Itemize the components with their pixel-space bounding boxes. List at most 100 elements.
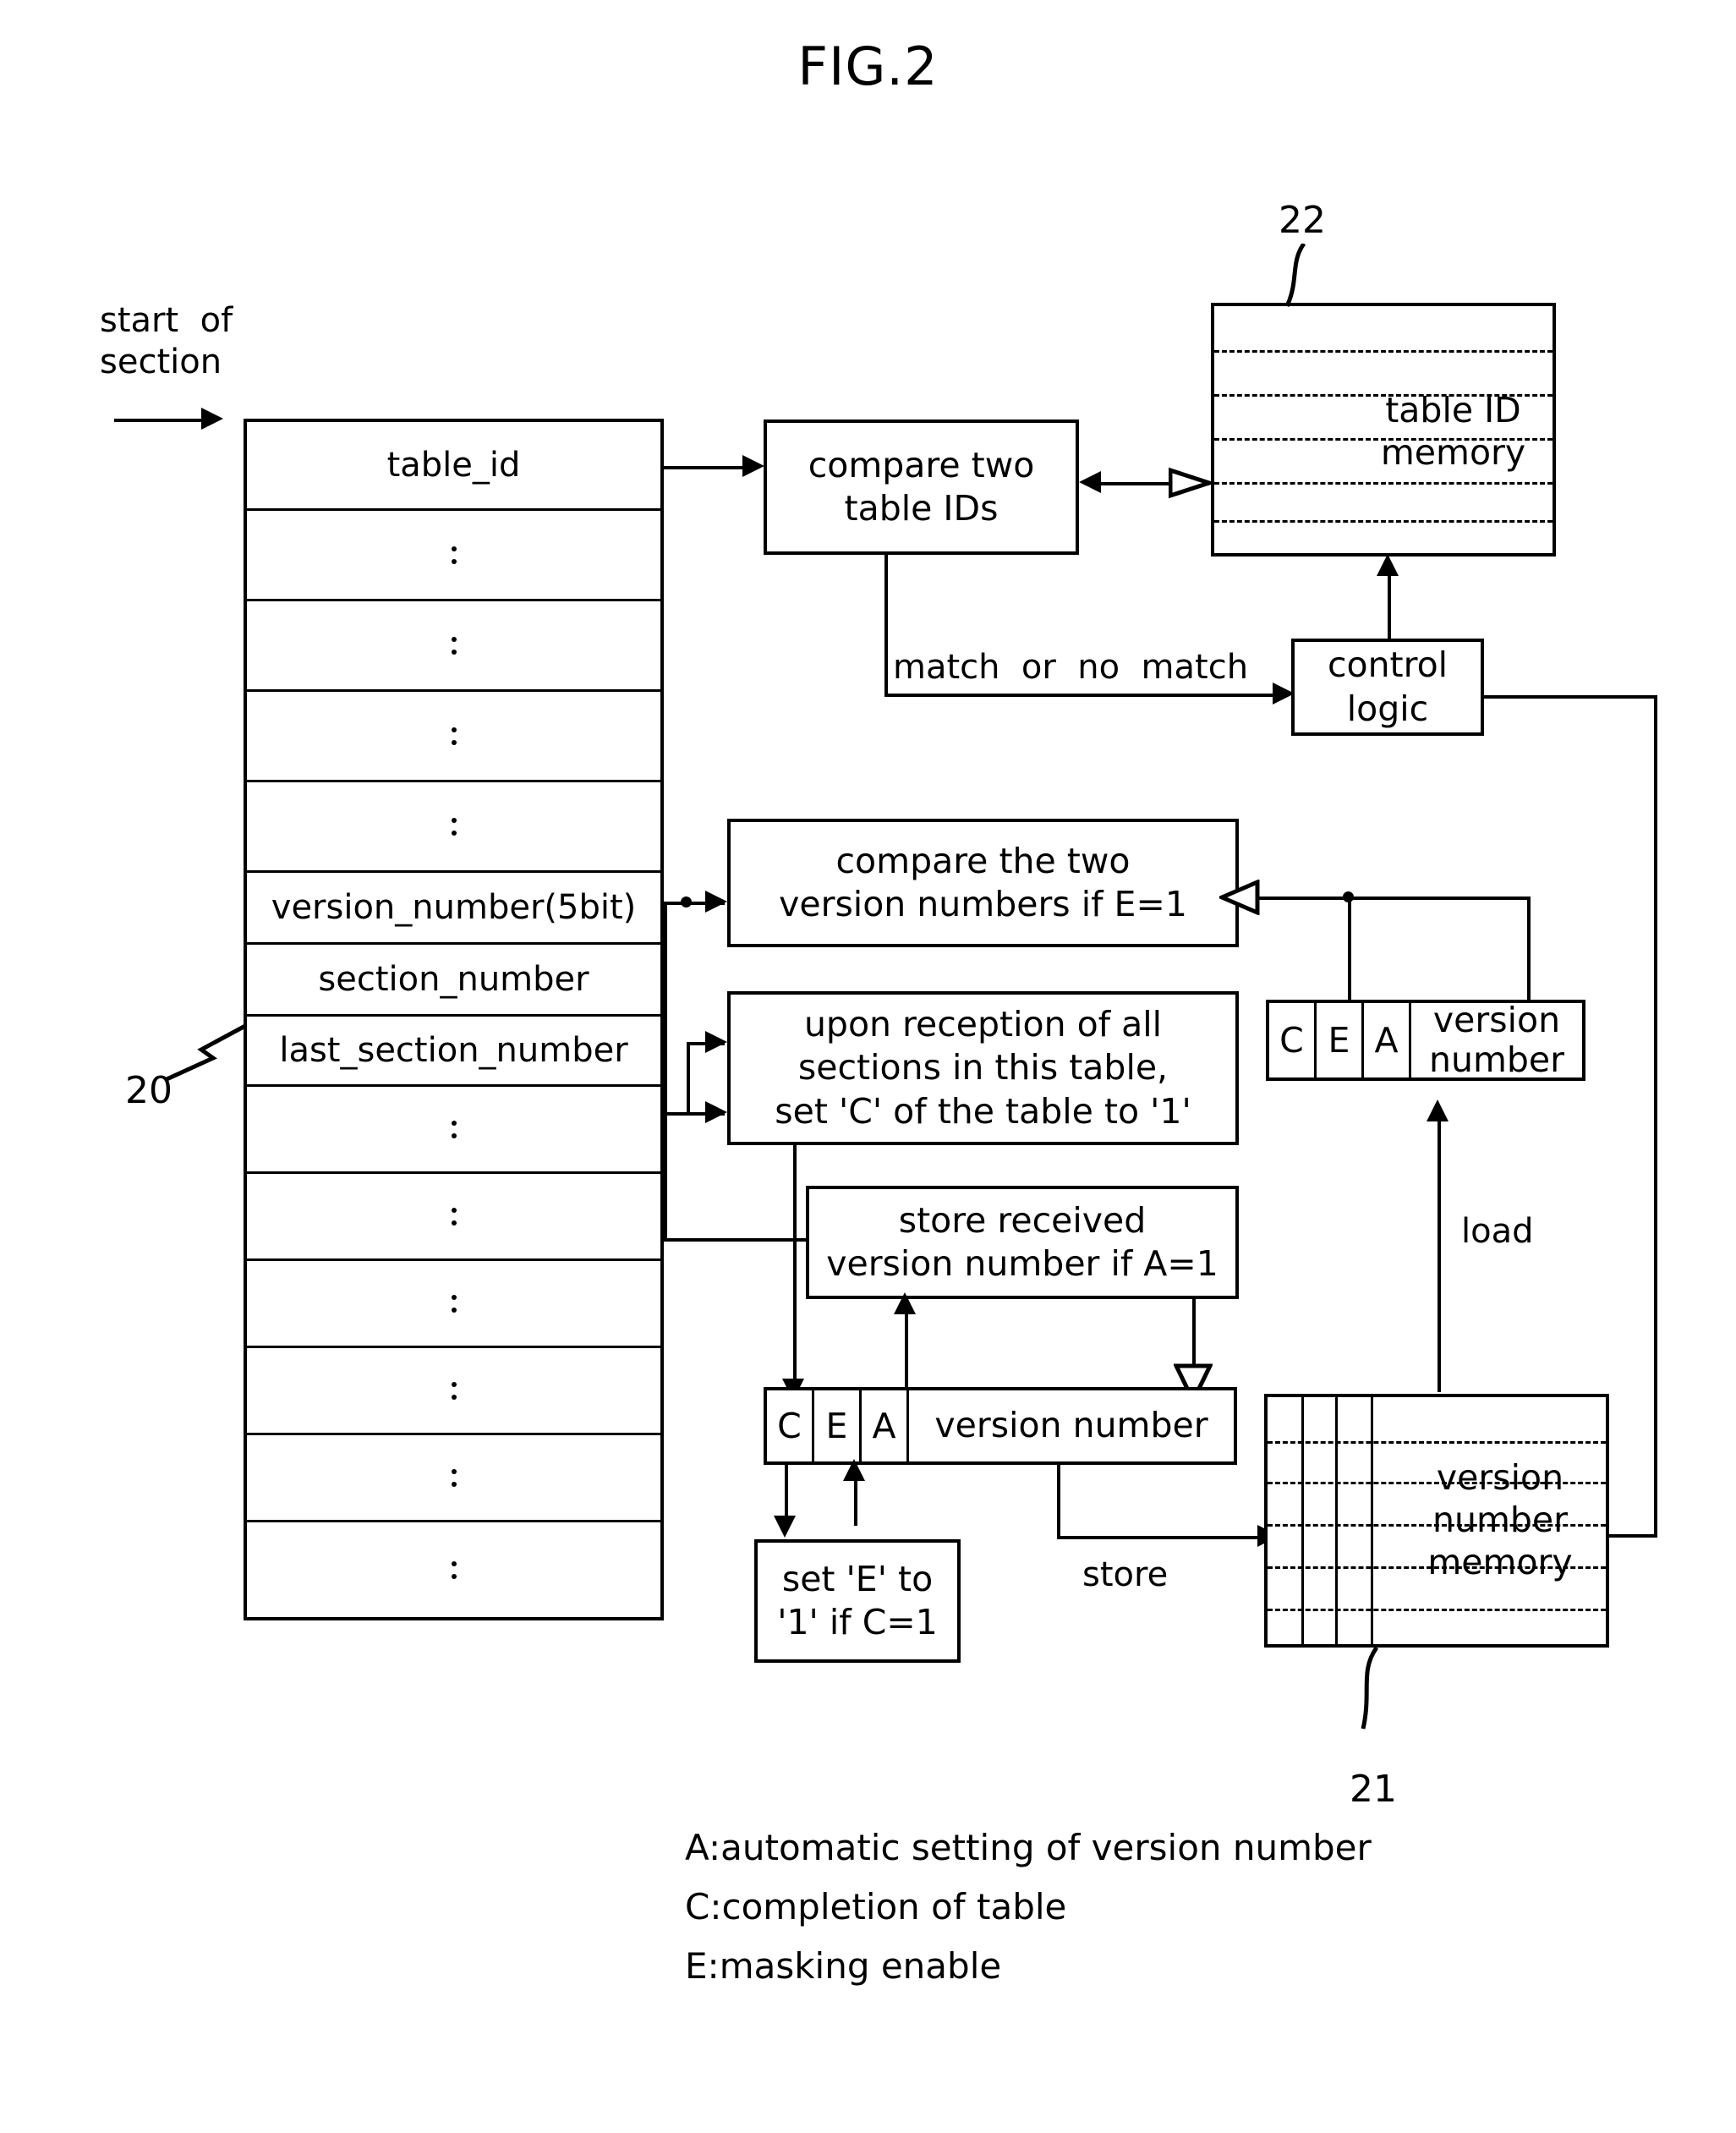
memory-col-divider-c <box>1301 1397 1304 1644</box>
table-id-memory-block: table ID memory <box>1211 303 1556 557</box>
arrow-head-left-hollow <box>1219 880 1260 915</box>
vertical-ellipsis-icon <box>451 1554 457 1587</box>
leader-line-20 <box>163 1023 247 1083</box>
reference-numeral-22: 22 <box>1279 199 1326 242</box>
register-cell-e: E <box>814 1390 862 1461</box>
vertical-ellipsis-icon <box>451 1113 457 1146</box>
wire-compare-down <box>884 555 888 697</box>
wire-store-received-to-register-value <box>1192 1299 1196 1371</box>
table-row <box>247 1522 660 1617</box>
wire-register-value-down <box>1057 1465 1060 1539</box>
arrow-head-up <box>894 1292 916 1314</box>
arrow-head <box>705 1101 727 1123</box>
wire-tableid-to-compare <box>664 466 744 469</box>
table-row <box>247 782 660 873</box>
table-row-label: section_number <box>318 960 589 999</box>
table-row <box>247 1435 660 1522</box>
upper-flag-register: C E A version number <box>1266 1000 1585 1081</box>
vertical-ellipsis-icon <box>451 1374 457 1407</box>
arrow-head-down <box>774 1516 796 1538</box>
figure-title: FIG.2 <box>797 36 939 97</box>
junction-dot <box>681 897 692 907</box>
legend-line-e: E:masking enable <box>685 1945 1002 1987</box>
legend-line-a: A:automatic setting of version number <box>685 1827 1372 1868</box>
table-row-table-id: table_id <box>247 422 660 511</box>
set-e-label: set 'E' to '1' if C=1 <box>777 1558 938 1642</box>
wire-load <box>1438 1113 1441 1392</box>
vertical-ellipsis-icon <box>451 1287 457 1320</box>
store-label: store <box>1082 1555 1169 1594</box>
memory-row-divider <box>1214 482 1553 485</box>
section-table: table_id version_number(5bit) section_nu… <box>244 419 664 1620</box>
register-cell-e: E <box>1317 1003 1364 1077</box>
lower-flag-register: C E A version number <box>764 1387 1237 1465</box>
version-number-memory-label: version number memory <box>1427 1457 1573 1583</box>
register-cell-a: A <box>1364 1003 1411 1077</box>
wire-control-bus-down <box>1654 695 1657 1538</box>
legend-line-c: C:completion of table <box>685 1886 1067 1927</box>
register-cell-version-number: version number <box>1428 999 1565 1080</box>
upon-reception-label: upon reception of all sections in this t… <box>775 1004 1191 1132</box>
memory-col-divider-a <box>1371 1397 1373 1644</box>
leader-line-21 <box>1361 1648 1379 1730</box>
table-row <box>247 692 660 782</box>
control-logic-block: control logic <box>1291 639 1484 736</box>
control-logic-label: control logic <box>1327 644 1448 729</box>
load-label: load <box>1461 1212 1534 1251</box>
table-row <box>247 511 660 601</box>
vertical-ellipsis-icon <box>451 539 457 572</box>
register-cell-c: C <box>767 1390 814 1461</box>
wire-register-a-to-store-received <box>905 1307 908 1391</box>
memory-row-divider <box>1268 1609 1606 1611</box>
arrow-head-right-hollow <box>1169 467 1214 499</box>
table-row-version-number: version_number(5bit) <box>247 873 660 945</box>
input-arrow-head <box>201 408 223 430</box>
memory-row-divider <box>1214 350 1553 353</box>
wire-trunk-to-store-received <box>664 1238 808 1242</box>
leader-line-22 <box>1284 244 1306 308</box>
register-cell-c: C <box>1269 1003 1317 1077</box>
table-row <box>247 1348 660 1435</box>
wire-section-bus <box>687 1042 690 1114</box>
store-received-block: store received version number if A=1 <box>806 1186 1239 1299</box>
table-row <box>247 1261 660 1348</box>
wire-register-e-up <box>1348 897 1351 1001</box>
memory-col-divider-e <box>1335 1397 1338 1644</box>
register-cell-version-number: version number <box>934 1405 1208 1446</box>
reference-numeral-21: 21 <box>1350 1768 1397 1811</box>
wire-control-to-tableid-memory <box>1388 568 1391 640</box>
memory-row-divider <box>1214 520 1553 523</box>
set-e-block: set 'E' to '1' if C=1 <box>754 1539 961 1663</box>
table-row-label: table_id <box>386 446 521 485</box>
table-id-memory-label: table ID memory <box>1380 390 1526 474</box>
wire-table-trunk-down <box>664 902 667 1242</box>
arrow-head-up <box>843 1459 865 1481</box>
vertical-ellipsis-icon <box>451 720 457 753</box>
upon-reception-block: upon reception of all sections in this t… <box>727 991 1239 1145</box>
arrow-head <box>742 455 764 477</box>
arrow-head <box>705 891 727 913</box>
match-or-no-match-label: match or no match <box>893 648 1249 687</box>
vertical-ellipsis-icon <box>451 629 457 662</box>
wire-match-to-control <box>884 694 1278 697</box>
start-of-section-label: start of section <box>100 301 233 381</box>
table-row-label: last_section_number <box>279 1031 628 1070</box>
figure-canvas: FIG.2 start of section table_id version_… <box>0 0 1736 2133</box>
compare-versions-block: compare the two version numbers if E=1 <box>727 819 1239 947</box>
table-row-last-section-number: last_section_number <box>247 1017 660 1087</box>
table-row <box>247 1087 660 1174</box>
compare-table-ids-block: compare two table IDs <box>764 419 1079 555</box>
version-number-memory-block: version number memory <box>1264 1394 1609 1648</box>
wire-register-value-left <box>1348 897 1531 900</box>
table-row-label: version_number(5bit) <box>271 888 637 927</box>
vertical-ellipsis-icon <box>451 1200 457 1233</box>
arrow-head-up <box>1427 1099 1448 1121</box>
compare-table-ids-label: compare two table IDs <box>808 444 1035 529</box>
vertical-ellipsis-icon <box>451 810 457 843</box>
register-cell-a: A <box>862 1390 909 1461</box>
input-arrow-line <box>114 419 203 422</box>
table-row <box>247 601 660 692</box>
wire-register-value-up <box>1527 897 1531 1001</box>
arrow-head-left <box>1079 471 1101 493</box>
vertical-ellipsis-icon <box>451 1461 457 1494</box>
